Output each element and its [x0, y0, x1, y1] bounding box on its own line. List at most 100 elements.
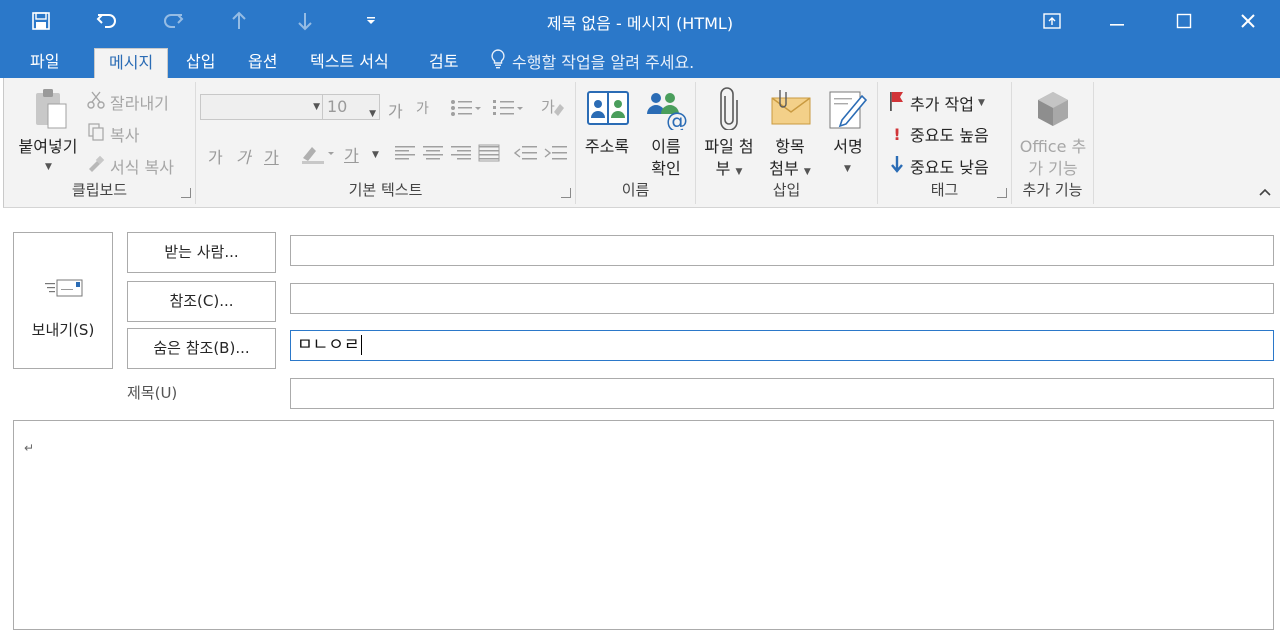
tab-insert[interactable]: 삽입	[172, 48, 229, 78]
up-arrow-icon[interactable]	[226, 8, 252, 34]
addins-group: Office 추 가 기능 추가 기능	[1012, 82, 1094, 204]
format-painter-button[interactable]: 서식 복사	[86, 154, 174, 178]
font-size-combo[interactable]: 10 ▼	[322, 94, 380, 120]
font-color-button[interactable]: 가 ▼	[344, 142, 379, 166]
envelope-attach-icon	[770, 86, 812, 132]
lightbulb-icon	[490, 48, 506, 78]
font-size-value: 10	[327, 97, 348, 116]
high-importance-label: 중요도 높음	[910, 126, 989, 145]
format-painter-icon	[86, 154, 106, 178]
font-color-label: 가	[344, 146, 359, 165]
cc-field[interactable]	[290, 283, 1274, 314]
font-name-combo[interactable]: ▼	[200, 94, 324, 120]
send-label: 보내기(S)	[31, 321, 95, 339]
italic-button[interactable]: 가	[236, 144, 251, 168]
copy-button[interactable]: 복사	[86, 122, 139, 146]
attach-file-label-1: 파일 첨	[704, 137, 754, 156]
tab-options[interactable]: 옵션	[234, 48, 291, 78]
title-bar: 제목 없음 - 메시지 (HTML)	[0, 0, 1280, 42]
signature-button[interactable]: 서명 ▼	[820, 82, 876, 182]
justify-icon[interactable]	[478, 144, 500, 166]
chevron-down-icon: ▼	[844, 164, 851, 174]
tags-group: 추가 작업 ▼ ! 중요도 높음 중요도 낮음 태그	[878, 82, 1012, 204]
to-button[interactable]: 받는 사람...	[127, 232, 276, 273]
clipboard-group-label: 클립보드	[71, 181, 128, 199]
tab-file[interactable]: 파일	[16, 48, 73, 78]
follow-up-button[interactable]: 추가 작업 ▼	[888, 90, 985, 116]
dialog-launcher-icon[interactable]	[997, 188, 1007, 198]
basic-text-group: ▼ 10 ▼ 가 가 가 가 가 가 가 ▼ 기본 텍스트	[196, 82, 576, 204]
shrink-font-button[interactable]: 가	[416, 98, 429, 118]
cut-button[interactable]: 잘라내기	[86, 90, 169, 114]
cc-button[interactable]: 참조(C)...	[127, 281, 276, 322]
office-addins-icon	[1036, 90, 1070, 132]
message-body[interactable]: ↵	[13, 420, 1274, 630]
paragraph-mark: ↵	[24, 441, 35, 455]
paperclip-icon	[718, 86, 740, 134]
customize-dropdown-icon[interactable]	[358, 8, 384, 34]
copy-label: 복사	[110, 126, 140, 145]
ribbon-display-options-icon[interactable]	[1020, 0, 1084, 42]
tab-message[interactable]: 메시지	[94, 48, 169, 78]
dialog-launcher-icon[interactable]	[561, 188, 571, 198]
paste-button[interactable]: 붙여넣기 ▼	[8, 82, 88, 178]
numbering-icon[interactable]	[492, 98, 524, 122]
align-left-icon[interactable]	[394, 144, 416, 166]
minimize-icon[interactable]	[1085, 0, 1149, 42]
undo-icon[interactable]	[94, 8, 120, 34]
flag-icon	[888, 90, 906, 116]
send-button[interactable]: 보내기(S)	[13, 232, 113, 369]
office-addins-button[interactable]: Office 추 가 기능	[1014, 82, 1092, 182]
highlight-icon[interactable]	[300, 142, 340, 168]
tell-me-box[interactable]: 수행할 작업을 알려 주세요.	[490, 48, 694, 78]
tell-me-placeholder: 수행할 작업을 알려 주세요.	[512, 53, 695, 72]
clear-formatting-icon[interactable]: 가	[540, 96, 566, 122]
tab-format-text[interactable]: 텍스트 서식	[296, 48, 403, 78]
bcc-field-value: ㅁㄴㅇㄹ	[297, 335, 360, 355]
include-group-label: 삽입	[772, 181, 801, 199]
down-arrow-icon[interactable]	[292, 8, 318, 34]
send-envelope-icon	[44, 277, 84, 303]
exclamation-icon: !	[893, 124, 901, 144]
low-importance-label: 중요도 낮음	[910, 158, 989, 177]
high-importance-button[interactable]: ! 중요도 높음	[888, 122, 989, 146]
maximize-icon[interactable]	[1152, 0, 1216, 42]
to-field[interactable]	[290, 235, 1274, 266]
bcc-field[interactable]: ㅁㄴㅇㄹ	[290, 330, 1274, 361]
bullets-icon[interactable]	[450, 98, 482, 122]
chevron-down-icon: ▼	[45, 162, 52, 172]
low-importance-button[interactable]: 중요도 낮음	[888, 154, 989, 178]
close-icon[interactable]	[1216, 0, 1280, 42]
check-names-button[interactable]: @ 이름 확인	[638, 82, 694, 180]
grow-font-button[interactable]: 가	[388, 98, 403, 122]
redo-icon[interactable]	[160, 8, 186, 34]
names-group: 주소록 @ 이름 확인 이름	[576, 82, 696, 204]
align-right-icon[interactable]	[450, 144, 472, 166]
check-names-label-1: 이름	[651, 137, 681, 156]
signature-label: 서명	[833, 137, 863, 156]
ribbon-tab-bar: 파일 메시지 삽입 옵션 텍스트 서식 검토 수행할 작업을 알려 주세요.	[0, 42, 1280, 78]
save-icon[interactable]	[28, 8, 54, 34]
bold-button[interactable]: 가	[208, 144, 223, 168]
attach-file-button[interactable]: 파일 첨 부 ▼	[698, 82, 760, 182]
decrease-indent-icon[interactable]	[513, 144, 538, 166]
underline-button[interactable]: 가	[264, 144, 279, 168]
follow-up-label: 추가 작업	[910, 95, 974, 114]
clipboard-icon	[30, 88, 70, 134]
address-book-button[interactable]: 주소록	[578, 82, 636, 180]
down-arrow-importance-icon	[888, 154, 906, 178]
increase-indent-icon[interactable]	[544, 144, 568, 166]
office-addins-label-2: 가 기능	[1028, 159, 1078, 178]
chevron-down-icon: ▼	[313, 102, 320, 112]
align-center-icon[interactable]	[422, 144, 444, 166]
subject-label: 제목(U)	[127, 384, 178, 402]
bcc-button[interactable]: 숨은 참조(B)...	[127, 328, 276, 369]
collapse-ribbon-icon[interactable]	[1258, 182, 1272, 201]
attach-item-button[interactable]: 항목 첨부 ▼	[760, 82, 820, 182]
include-group: 파일 첨 부 ▼ 항목 첨부 ▼ 서명 ▼ 삽입	[696, 82, 878, 204]
tab-review[interactable]: 검토	[415, 48, 472, 78]
dialog-launcher-icon[interactable]	[181, 188, 191, 198]
subject-field[interactable]	[290, 378, 1274, 409]
cut-label: 잘라내기	[110, 94, 169, 113]
attach-item-label-1: 항목	[775, 137, 805, 156]
